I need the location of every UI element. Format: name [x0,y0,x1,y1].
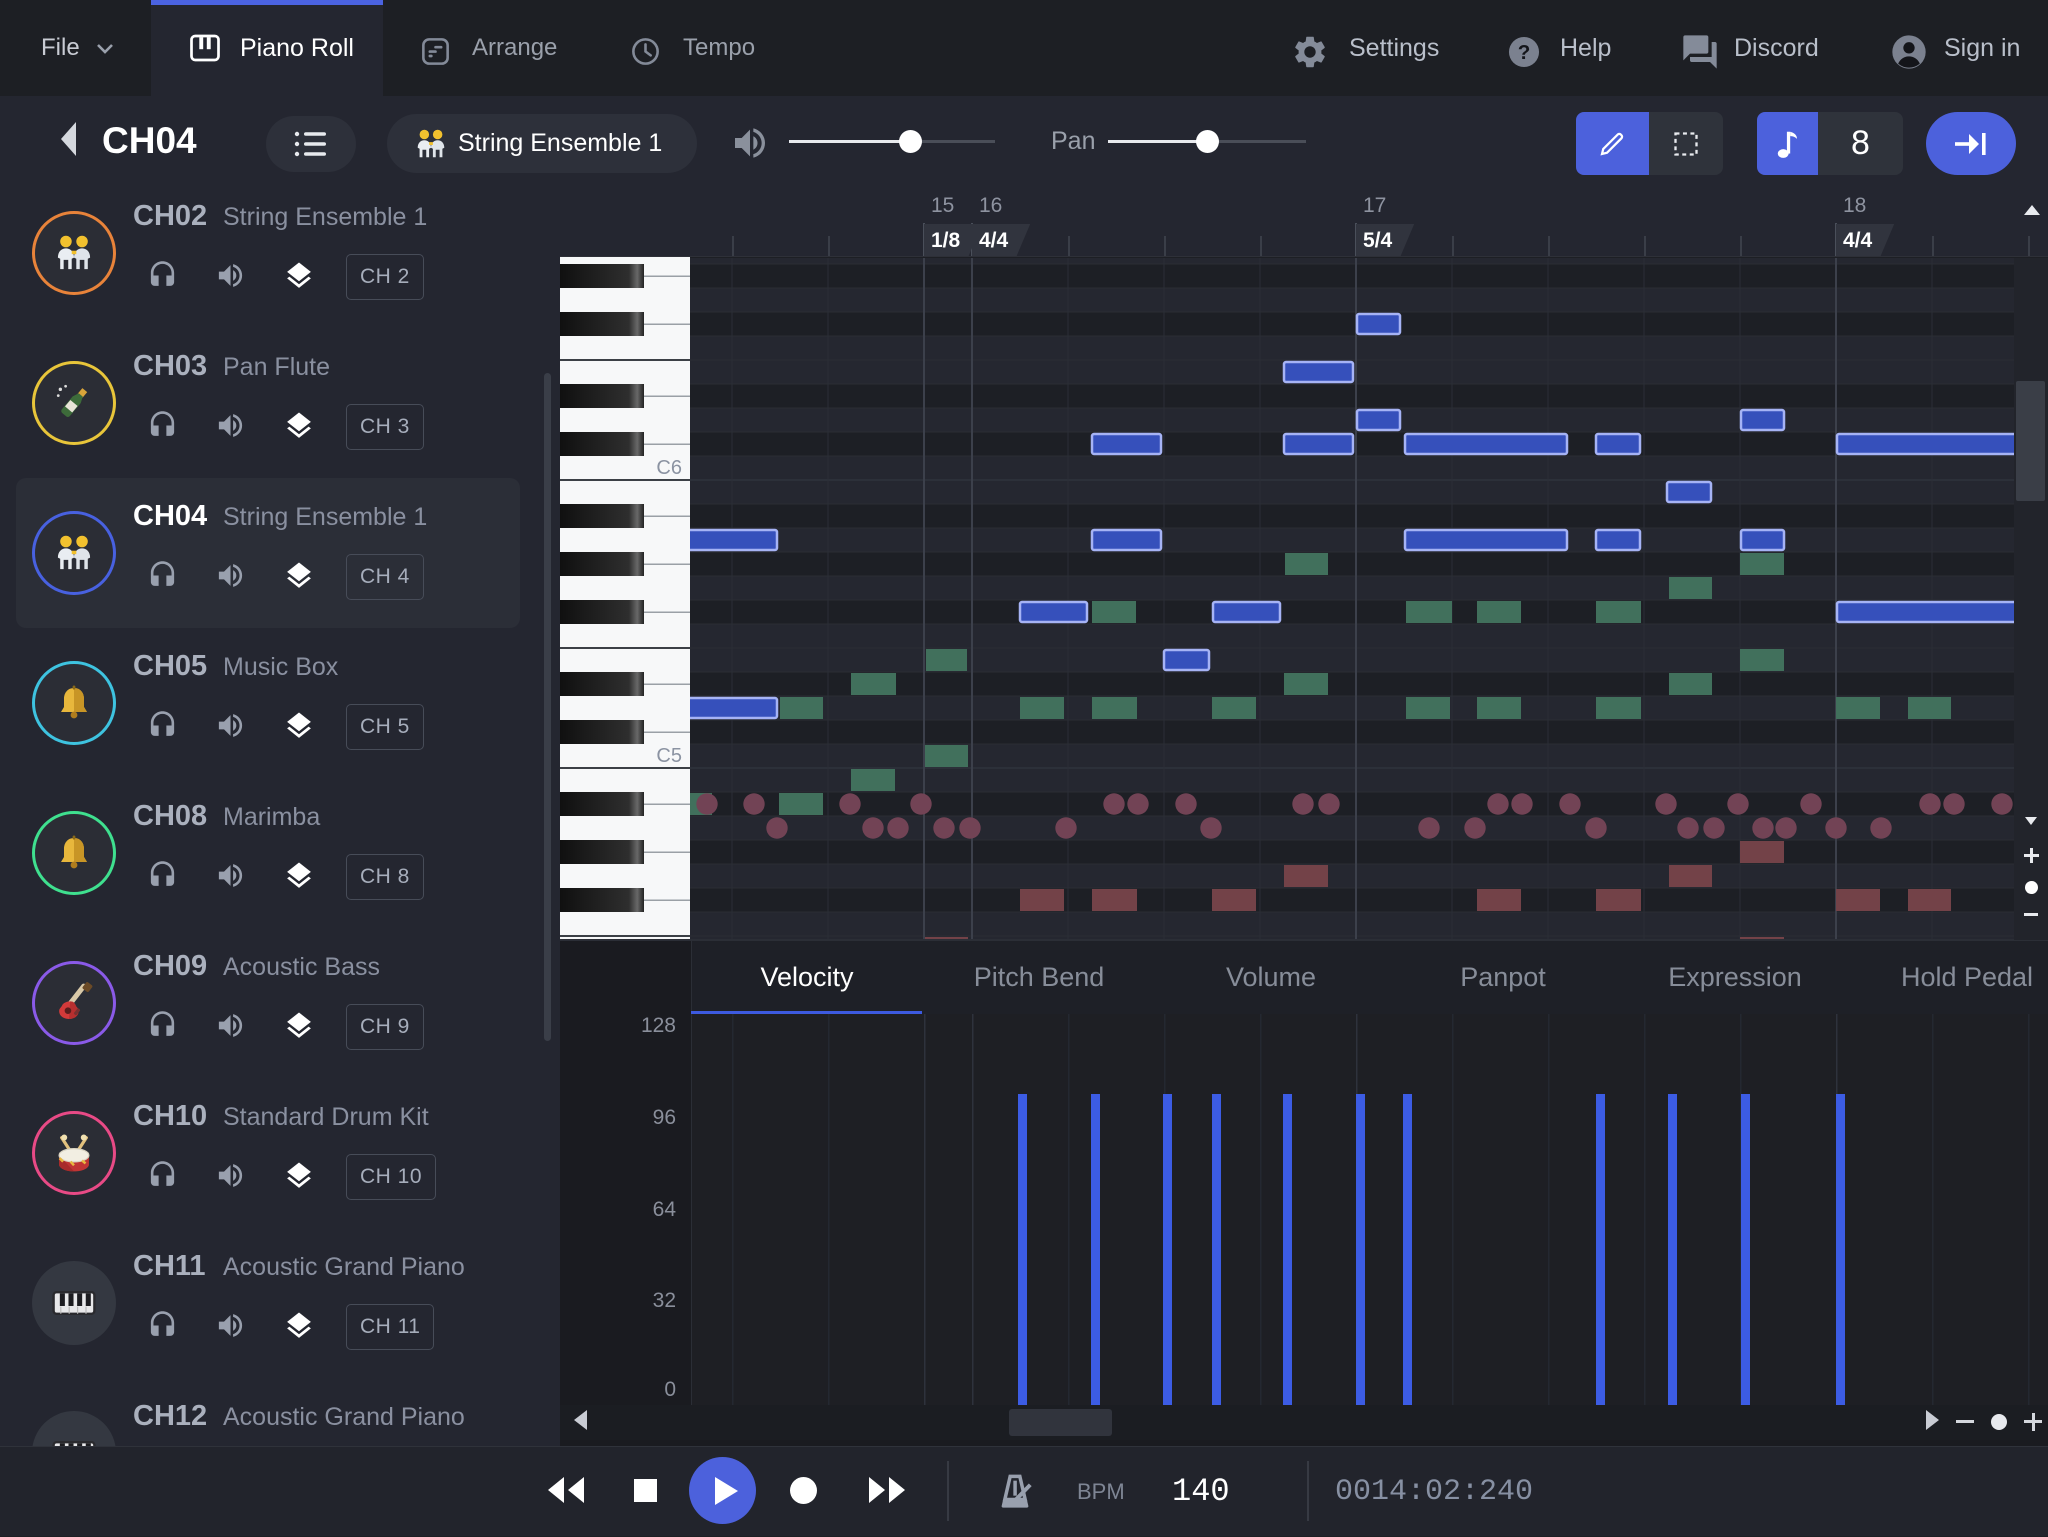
svg-text:C5: C5 [656,745,682,767]
svg-text:C6: C6 [656,457,682,479]
svg-text:?: ? [1518,41,1531,64]
